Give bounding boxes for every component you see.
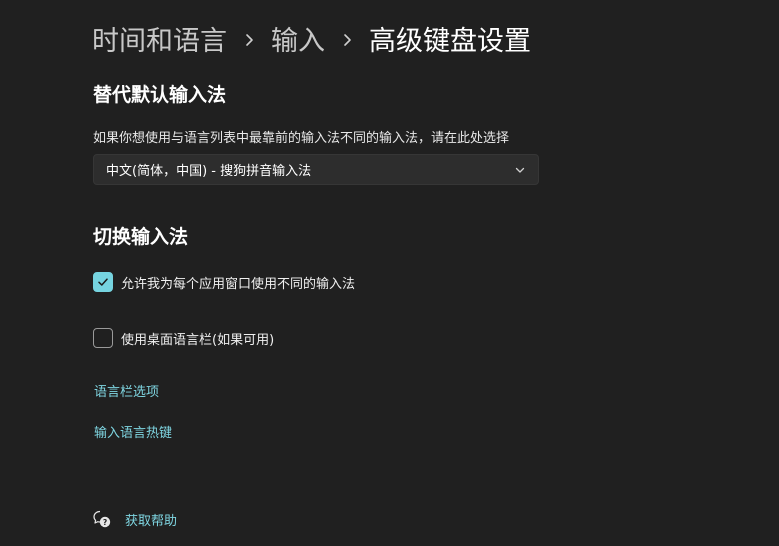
breadcrumb-item-input[interactable]: 输入 <box>271 19 325 58</box>
breadcrumb: 时间和语言 输入 高级键盘设置 <box>92 18 531 58</box>
page-title: 高级键盘设置 <box>369 25 531 57</box>
desktop-language-bar-option[interactable]: 使用桌面语言栏(如果可用) <box>93 328 274 348</box>
breadcrumb-item-time-language[interactable]: 时间和语言 <box>92 19 227 58</box>
chevron-right-icon <box>325 26 369 50</box>
per-app-input-checkbox[interactable] <box>93 272 113 292</box>
override-section-description: 如果你想使用与语言列表中最靠前的输入法不同的输入法，请在此处选择 <box>93 131 510 146</box>
help-chat-icon: ? <box>92 509 112 529</box>
chevron-right-icon <box>227 26 271 50</box>
svg-text:?: ? <box>103 518 107 527</box>
chevron-down-icon <box>514 164 526 180</box>
input-language-hotkeys-link[interactable]: 输入语言热键 <box>94 422 172 441</box>
override-section-title: 替代默认输入法 <box>93 84 227 106</box>
input-method-dropdown[interactable]: 中文(简体，中国) - 搜狗拼音输入法 <box>93 154 539 185</box>
desktop-language-bar-label: 使用桌面语言栏(如果可用) <box>121 332 275 348</box>
per-app-input-label: 允许我为每个应用窗口使用不同的输入法 <box>121 276 356 292</box>
get-help-label: 获取帮助 <box>125 513 178 529</box>
switch-section-title: 切换输入法 <box>93 226 189 248</box>
desktop-language-bar-checkbox[interactable] <box>93 328 113 348</box>
per-app-input-option[interactable]: 允许我为每个应用窗口使用不同的输入法 <box>93 272 355 292</box>
checkmark-icon <box>98 278 108 286</box>
get-help-link[interactable]: ? 获取帮助 <box>92 509 177 529</box>
dropdown-selected-value: 中文(简体，中国) - 搜狗拼音输入法 <box>106 164 312 179</box>
language-bar-options-link[interactable]: 语言栏选项 <box>94 381 159 400</box>
